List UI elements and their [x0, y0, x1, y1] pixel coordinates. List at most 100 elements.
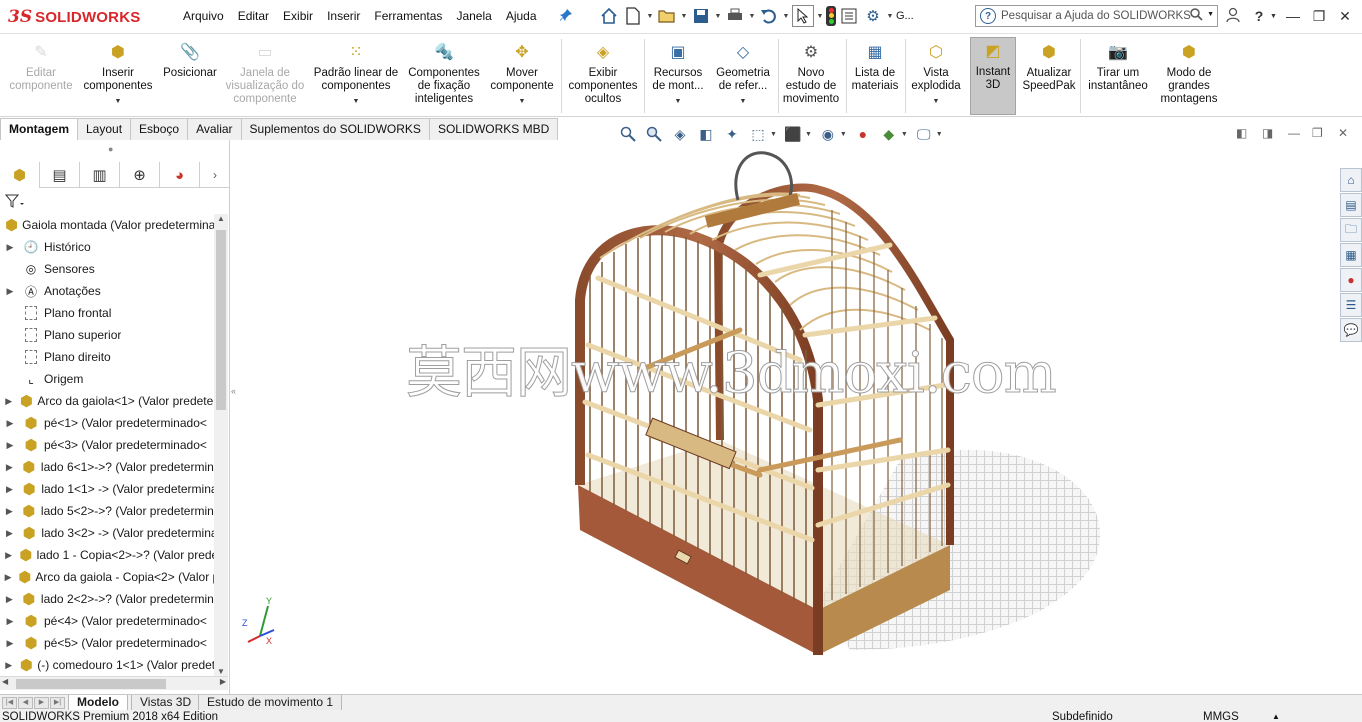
tree-item[interactable]: Plano direito	[0, 346, 214, 368]
last-tab-icon[interactable]: ▶|	[50, 697, 65, 709]
tree-item[interactable]: ⌞ Origem	[0, 368, 214, 390]
zoom-to-area-icon[interactable]	[644, 124, 664, 144]
configuration-manager-tab-icon[interactable]: ▥	[80, 162, 120, 188]
expand-arrow-icon[interactable]: ▶	[4, 286, 16, 297]
expand-arrow-icon[interactable]: ▶	[4, 616, 16, 627]
tree-item[interactable]: Plano frontal	[0, 302, 214, 324]
scroll-right-icon[interactable]: ▶	[220, 677, 226, 686]
tab-solidworks-mbd[interactable]: SOLIDWORKS MBD	[428, 118, 559, 140]
large-assembly-mode-button[interactable]: ⬢ Modo de grandes montagens	[1156, 39, 1222, 115]
chevron-down-icon[interactable]: ▼	[886, 13, 894, 20]
menu-arquivo[interactable]: Arquivo	[176, 9, 231, 23]
tree-item[interactable]: ▶ ⬢ lado 3<2> -> (Valor predeterminado	[0, 522, 214, 544]
view-palette-icon[interactable]: ▦	[1340, 243, 1362, 267]
prev-tab-icon[interactable]: ◀	[18, 697, 33, 709]
tree-item[interactable]: ▶ ⬢lado 1 - Copia<2>->? (Valor predetermi…	[0, 544, 214, 566]
tree-root-assembly[interactable]: ⬢ Gaiola montada (Valor predeterminado<V…	[0, 214, 214, 236]
chevron-down-icon[interactable]: ▼	[933, 95, 940, 108]
first-tab-icon[interactable]: |◀	[2, 697, 17, 709]
expand-arrow-icon[interactable]: ▶	[4, 572, 12, 583]
tab-modelo[interactable]: Modelo	[68, 695, 128, 711]
menu-editar[interactable]: Editar	[231, 9, 276, 23]
tree-horizontal-scrollbar[interactable]: ◀ ▶	[0, 676, 228, 690]
new-motion-study-button[interactable]: ⚙ Novo estudo de movimento	[780, 39, 842, 115]
chevron-down-icon[interactable]: ▼	[519, 95, 526, 108]
viewport-restore-icon[interactable]: ❐	[1312, 126, 1323, 140]
view-settings-icon[interactable]: 🖵	[914, 124, 934, 144]
tree-item[interactable]: ▶ ⬢ lado 1<1> -> (Valor predeterminado	[0, 478, 214, 500]
scroll-thumb[interactable]	[216, 230, 226, 410]
undo-icon[interactable]	[758, 5, 780, 27]
scroll-thumb[interactable]	[16, 679, 166, 689]
viewport-minimize-icon[interactable]: —	[1288, 126, 1300, 140]
expand-arrow-icon[interactable]: ▶	[4, 660, 13, 671]
chevron-down-icon[interactable]: ▼	[115, 95, 122, 108]
expand-arrow-icon[interactable]: ▶	[4, 440, 16, 451]
expand-arrow-icon[interactable]: ▶	[4, 638, 16, 649]
chevron-right-icon[interactable]: ›	[200, 162, 230, 188]
expand-arrow-icon[interactable]: ▶	[4, 462, 15, 473]
tree-item[interactable]: ▶ ⬢ lado 6<1>->? (Valor predeterminado	[0, 456, 214, 478]
apply-scene-icon[interactable]: ◆	[879, 124, 899, 144]
show-hidden-components-button[interactable]: ◈ Exibir componentes ocultos	[564, 39, 642, 115]
display-style-icon[interactable]: ⬛	[783, 124, 803, 144]
close-icon[interactable]: ✕	[1336, 8, 1354, 25]
update-speedpak-button[interactable]: ⬢ Atualizar SpeedPak	[1020, 39, 1078, 115]
panel-grip-icon[interactable]: ●	[108, 144, 113, 154]
dimxpert-manager-tab-icon[interactable]: ⊕	[120, 162, 160, 188]
tree-item[interactable]: ▶ ⬢ (-) comedouro 1<1> (Valor predetermina…	[0, 654, 214, 676]
chevron-down-icon[interactable]: ▼	[675, 95, 682, 108]
view-orientation-icon[interactable]: ⬚	[748, 124, 768, 144]
panel-splitter[interactable]: «	[231, 386, 239, 416]
truncated-menu[interactable]: G...	[896, 10, 914, 22]
tree-item[interactable]: ▶ ⬢ pé<1> (Valor predeterminado<	[0, 412, 214, 434]
chevron-down-icon[interactable]: ▼	[646, 13, 654, 20]
expand-arrow-icon[interactable]: ▶	[4, 594, 15, 605]
chevron-up-icon[interactable]: ▲	[1272, 711, 1280, 722]
tree-item[interactable]: ◎ Sensores	[0, 258, 214, 280]
status-units[interactable]: MMGS	[1203, 711, 1239, 722]
feature-manager-tab-icon[interactable]: ⬢	[0, 162, 40, 188]
instant-3d-button[interactable]: ◩ Instant 3D	[970, 37, 1016, 115]
menu-ajuda[interactable]: Ajuda	[499, 9, 544, 23]
tree-item[interactable]: ▶ ⬢ lado 5<2>->? (Valor predeterminado	[0, 500, 214, 522]
tab-montagem[interactable]: Montagem	[0, 118, 78, 140]
linear-component-pattern-button[interactable]: ⁙ Padrão linear de componentes ▼	[310, 39, 402, 115]
tree-vertical-scrollbar[interactable]: ▲ ▼	[214, 214, 228, 676]
restore-icon[interactable]: ❐	[1310, 8, 1328, 25]
exploded-view-button[interactable]: ⬡ Vista explodida ▼	[908, 39, 964, 115]
tab-vistas-3d[interactable]: Vistas 3D	[131, 695, 201, 711]
chevron-down-icon[interactable]: ▼	[805, 131, 812, 138]
chevron-down-icon[interactable]: ▼	[740, 95, 747, 108]
chevron-down-icon[interactable]: ▼	[770, 131, 777, 138]
tree-item[interactable]: ▶ 🕘 Histórico	[0, 236, 214, 258]
print-icon[interactable]	[724, 5, 746, 27]
save-icon[interactable]	[690, 5, 712, 27]
select-arrow-icon[interactable]	[792, 5, 814, 27]
next-tab-icon[interactable]: ▶	[34, 697, 49, 709]
chevron-down-icon[interactable]: ▼	[1270, 13, 1277, 20]
scroll-left-icon[interactable]: ◀	[2, 677, 8, 686]
expand-arrow-icon[interactable]: ▶	[4, 396, 13, 407]
dynamic-annotation-icon[interactable]: ✦	[722, 124, 742, 144]
smart-fasteners-button[interactable]: 🔩 Componentes de fixação inteligentes	[404, 39, 484, 115]
move-component-button[interactable]: ✥ Mover componente ▼	[486, 39, 558, 115]
reference-geometry-button[interactable]: ◇ Geometria de refer... ▼	[710, 39, 776, 115]
viewport-close-icon[interactable]: ✕	[1338, 126, 1348, 140]
menu-janela[interactable]: Janela	[449, 9, 498, 23]
help-icon[interactable]: ?	[1250, 8, 1268, 24]
search-icon[interactable]	[1190, 8, 1203, 24]
user-icon[interactable]	[1224, 7, 1242, 26]
zoom-to-fit-icon[interactable]	[618, 124, 638, 144]
help-search-input[interactable]: ? Pesquisar a Ajuda do SOLIDWORKS ▼	[975, 5, 1218, 27]
bill-of-materials-button[interactable]: ▦ Lista de materiais	[848, 39, 902, 115]
pin-icon[interactable]	[559, 8, 575, 24]
forum-icon[interactable]: 💬	[1340, 318, 1362, 342]
menu-ferramentas[interactable]: Ferramentas	[367, 9, 449, 23]
custom-properties-icon[interactable]: ☰	[1340, 293, 1362, 317]
property-manager-tab-icon[interactable]: ▤	[40, 162, 80, 188]
new-document-icon[interactable]	[622, 5, 644, 27]
expand-arrow-icon[interactable]: ▶	[4, 550, 13, 561]
tree-item[interactable]: Plano superior	[0, 324, 214, 346]
assembly-features-button[interactable]: ▣ Recursos de mont... ▼	[648, 39, 708, 115]
